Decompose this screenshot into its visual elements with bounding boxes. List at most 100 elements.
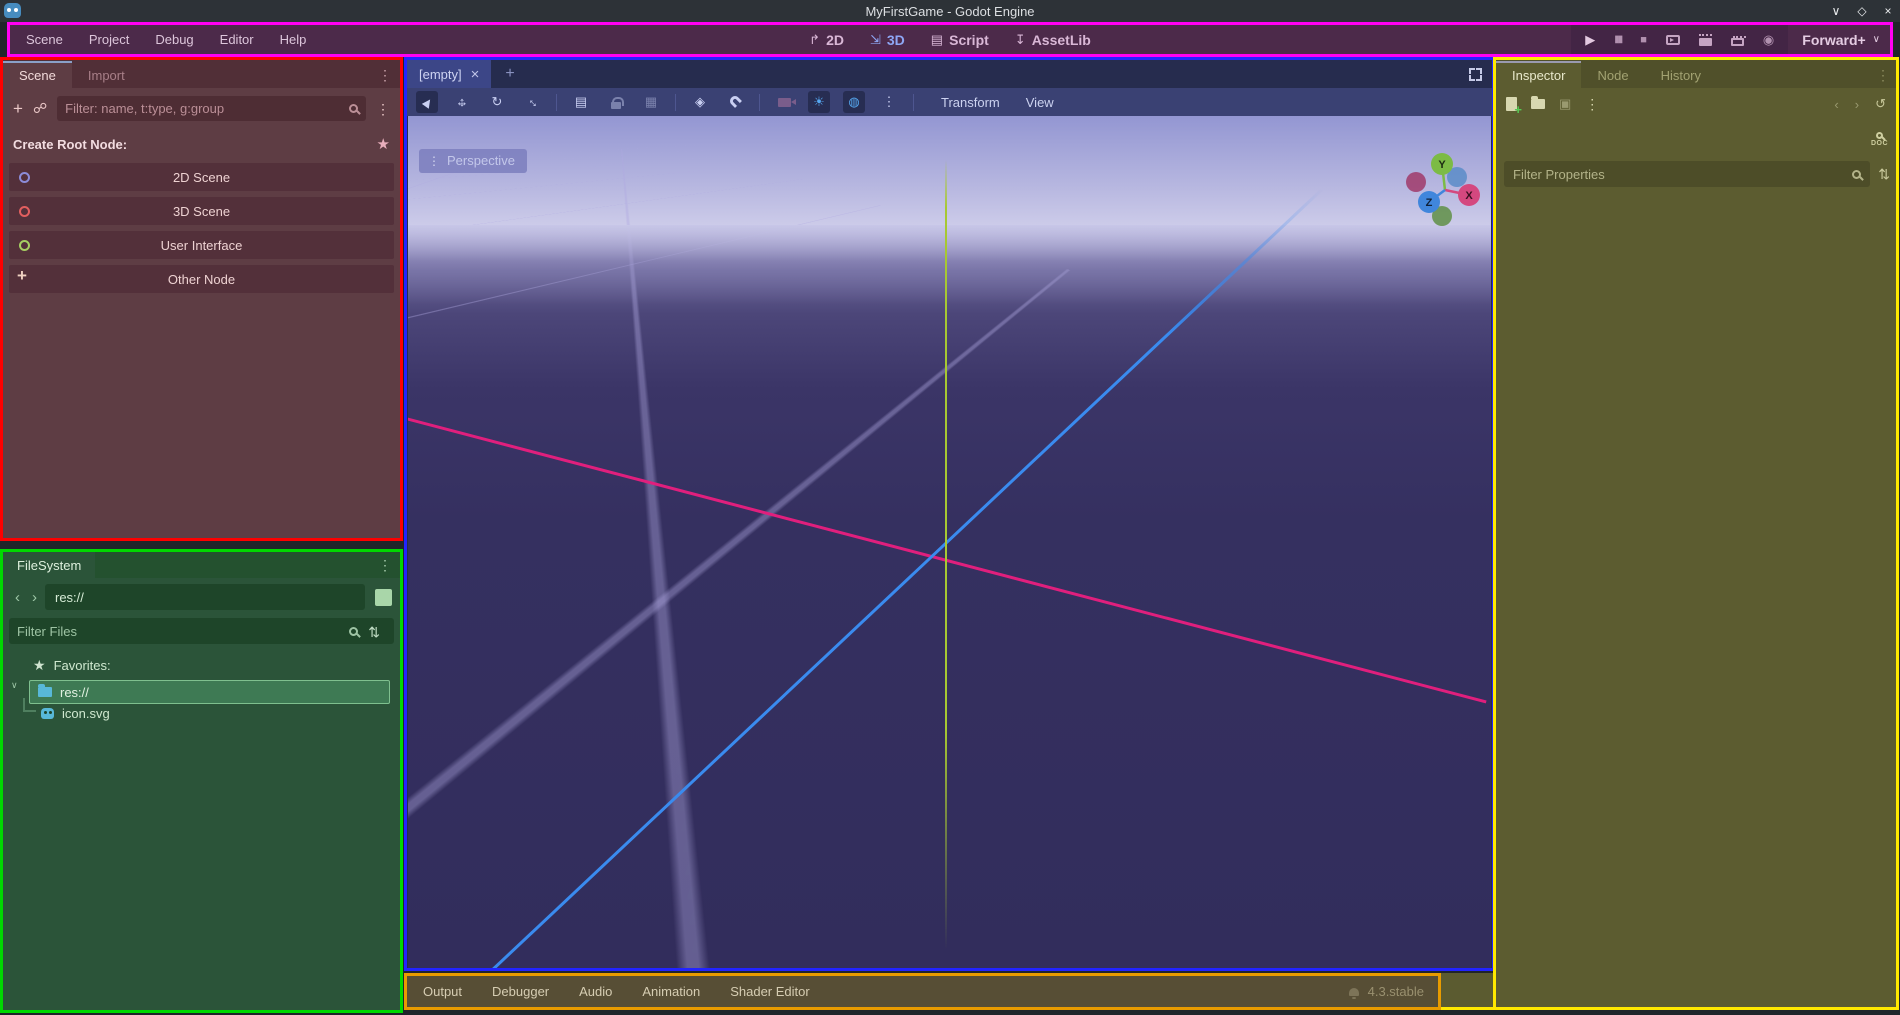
notification-bell-icon[interactable] [1349, 988, 1359, 996]
maximize-button[interactable]: ◇ [1852, 4, 1872, 18]
select-tool-button[interactable]: ▶ [416, 91, 438, 113]
lock-button[interactable] [605, 91, 627, 113]
workspace-3d[interactable]: ⇲ 3D [870, 32, 905, 48]
create-3d-scene-button[interactable]: 3D Scene [9, 197, 394, 225]
scene-dock-tabs: Scene Import ⋮ [3, 60, 400, 88]
root-folder-label: res:// [60, 685, 89, 700]
move-icon: ↔↕ [454, 94, 470, 110]
group-button[interactable]: ▦ [640, 91, 662, 113]
view-menu[interactable]: View [1026, 95, 1054, 110]
tree-chevron-icon[interactable]: ∨ [11, 680, 18, 691]
create-2d-scene-button[interactable]: 2D Scene [9, 163, 394, 191]
tab-filesystem[interactable]: FileSystem [3, 552, 95, 578]
load-resource-icon[interactable] [1531, 99, 1545, 109]
tab-scene[interactable]: Scene [3, 61, 72, 88]
title-bar: MyFirstGame - Godot Engine ∨ ◇ × [0, 0, 1900, 22]
tab-output[interactable]: Output [423, 984, 462, 999]
tree-item-icon-svg[interactable]: icon.svg [41, 702, 394, 725]
instance-scene-button[interactable]: ☍ [33, 100, 47, 117]
property-tools-icon[interactable]: ⇅ [1878, 166, 1890, 183]
menu-group: Scene Project Debug Editor Help [10, 28, 316, 51]
close-button[interactable]: × [1878, 4, 1898, 18]
toolbar-separator [759, 94, 760, 111]
sun-env-options-icon[interactable]: ⋮ [878, 91, 900, 113]
sort-files-icon[interactable]: ⇅ [366, 622, 386, 641]
transform-menu[interactable]: Transform [941, 95, 1000, 110]
save-resource-icon[interactable]: ▣ [1559, 96, 1571, 112]
preview-camera-button[interactable] [773, 91, 795, 113]
workspace-assetlib-label: AssetLib [1032, 32, 1091, 48]
history-list-icon[interactable]: ↺ [1875, 96, 1886, 112]
viewport-3d-canvas[interactable]: ⋮ Perspective Y X Z [408, 116, 1491, 968]
move-tool-button[interactable]: ↔↕ [451, 91, 473, 113]
nav-back-icon[interactable]: ‹ [11, 589, 24, 606]
pause-button[interactable]: ▮▮ [1614, 34, 1621, 45]
tab-debugger[interactable]: Debugger [492, 984, 549, 999]
file-filter-input[interactable] [17, 624, 341, 639]
plus-icon: + [17, 266, 27, 286]
expand-viewport-icon[interactable] [1469, 68, 1482, 81]
history-forward-icon[interactable]: › [1855, 97, 1859, 112]
tab-audio[interactable]: Audio [579, 984, 612, 999]
close-icon[interactable]: × [471, 66, 480, 83]
menu-scene[interactable]: Scene [16, 28, 73, 51]
current-path-input[interactable] [55, 590, 355, 605]
tab-inspector[interactable]: Inspector [1496, 61, 1581, 88]
renderer-dropdown[interactable]: Forward+ ∨ [1802, 32, 1880, 48]
inspector-menu-icon[interactable]: ⋮ [1876, 68, 1896, 88]
workspace-3d-label: 3D [887, 32, 905, 48]
main-menu-bar: Scene Project Debug Editor Help ↱ 2D ⇲ 3… [7, 22, 1893, 57]
scene-filter-menu-icon[interactable]: ⋮ [376, 102, 390, 116]
movie-maker-button[interactable]: ◉ [1763, 32, 1774, 48]
snap-button[interactable] [724, 91, 746, 113]
workspace-assetlib[interactable]: ↧ AssetLib [1015, 32, 1091, 48]
tree-line [23, 698, 36, 712]
minimize-button[interactable]: ∨ [1826, 4, 1846, 18]
nav-forward-icon[interactable]: › [28, 589, 41, 606]
rotate-tool-button[interactable]: ↻ [486, 91, 508, 113]
tab-node[interactable]: Node [1581, 63, 1644, 88]
toolbar-separator [913, 94, 914, 111]
local-space-button[interactable]: ◈ [689, 91, 711, 113]
tab-import[interactable]: Import [72, 63, 141, 88]
perspective-menu[interactable]: ⋮ Perspective [419, 149, 527, 173]
favorites-star-icon[interactable]: ★ [377, 135, 390, 153]
scale-tool-button[interactable]: ↕ [521, 91, 543, 113]
play-button[interactable]: ▶ [1585, 32, 1595, 48]
tab-animation[interactable]: Animation [642, 984, 700, 999]
resource-options-icon[interactable]: ⋮ [1585, 97, 1599, 111]
preview-sun-button[interactable]: ☀ [808, 91, 830, 113]
menu-project[interactable]: Project [79, 28, 139, 51]
play-remote-button[interactable] [1666, 35, 1680, 45]
tree-item-res-root[interactable]: res:// [29, 680, 390, 704]
filesystem-menu-icon[interactable]: ⋮ [378, 558, 400, 572]
stop-button[interactable]: ■ [1640, 34, 1647, 46]
scene-filter-input[interactable] [65, 101, 349, 116]
history-back-icon[interactable]: ‹ [1834, 97, 1838, 112]
gizmo-y-label: Y [1438, 159, 1446, 171]
tab-history[interactable]: History [1645, 63, 1717, 88]
menu-editor[interactable]: Editor [210, 28, 264, 51]
new-scene-tab-button[interactable]: + [491, 65, 528, 83]
add-node-button[interactable]: + [13, 99, 23, 119]
create-other-node-button[interactable]: + Other Node [9, 265, 394, 293]
menu-debug[interactable]: Debug [145, 28, 203, 51]
open-docs-button[interactable]: DOC [1871, 132, 1888, 147]
play-scene-button[interactable] [1699, 38, 1712, 46]
play-custom-scene-button[interactable] [1731, 38, 1744, 46]
scene-tab-empty[interactable]: [empty] × [407, 60, 491, 88]
gizmo-x-label: X [1465, 190, 1473, 202]
workspace-script[interactable]: ▤ Script [931, 32, 989, 48]
tab-shader-editor[interactable]: Shader Editor [730, 984, 810, 999]
property-filter-input[interactable] [1513, 167, 1844, 182]
new-resource-icon[interactable] [1506, 97, 1517, 111]
toggle-split-mode-button[interactable] [375, 589, 392, 606]
workspace-2d[interactable]: ↱ 2D [809, 32, 844, 48]
axis-gizmo[interactable]: Y X Z [1399, 144, 1491, 236]
scene-dock-menu-icon[interactable]: ⋮ [378, 68, 400, 88]
list-select-button[interactable]: ▤ [570, 91, 592, 113]
menu-help[interactable]: Help [270, 28, 317, 51]
create-ui-scene-button[interactable]: User Interface [9, 231, 394, 259]
search-icon [1852, 170, 1861, 179]
preview-environment-button[interactable]: ◍ [843, 91, 865, 113]
